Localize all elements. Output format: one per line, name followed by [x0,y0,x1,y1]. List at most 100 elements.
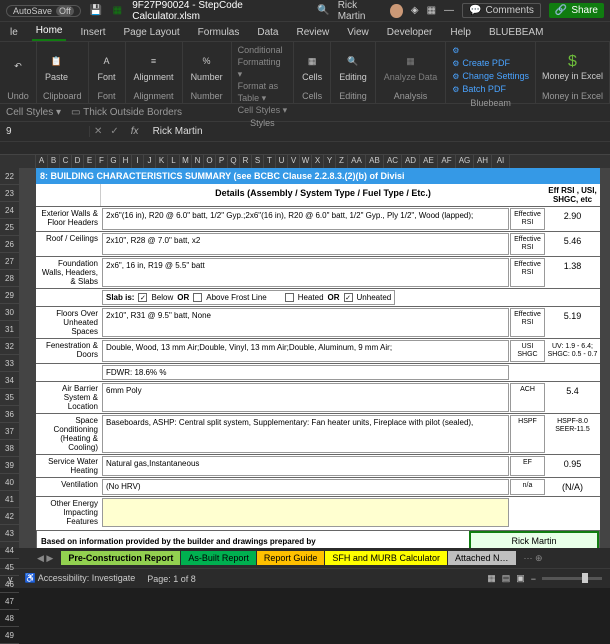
user-name[interactable]: Rick Martin [338,0,383,22]
cell-input[interactable]: 2x6", 16 in, R19 @ 5.5" batt [102,258,509,287]
cells-button[interactable]: ▦Cells [300,49,324,84]
cell-input[interactable]: Baseboards, ASHP: Central split system, … [102,415,509,453]
sheet-tab-precon[interactable]: Pre-Construction Report [61,551,180,565]
cell-input[interactable]: 2x10", R28 @ 7.0" batt, x2 [102,233,509,255]
cell-input[interactable]: 2x10", R31 @ 9.5" batt, None [102,308,509,337]
cell-input[interactable]: 6mm Poly [102,383,509,412]
undo-button[interactable]: ↶ [6,55,30,79]
fx-accept[interactable]: ✓ [106,126,122,137]
tab-nav[interactable]: ◀ ▶ [30,551,60,566]
eff-cell: Effective RSI [510,233,545,255]
row-label: Air Barrier System & Location [36,382,101,413]
bb-batch-pdf[interactable]: Batch PDF [452,83,529,96]
checkbox-unheated[interactable]: ✓ [344,293,353,302]
status-ready: y [8,574,13,584]
format-table-button[interactable]: Format as Table ▾ [238,80,288,104]
tab-insert[interactable]: Insert [76,24,109,41]
fx-cancel[interactable]: ✕ [90,126,106,137]
sheet-tab-more[interactable]: ⋯ ⊕ [517,551,550,566]
value-cell: 2.90 [545,207,600,231]
editing-button[interactable]: 🔍Editing [337,49,369,84]
tab-file[interactable]: le [6,24,22,41]
bluebeam-label: Bluebeam [452,96,529,108]
fx-icon[interactable]: fx [123,126,147,137]
bb-create-pdf[interactable]: Create PDF [452,57,529,70]
cell-styles-dropdown[interactable]: Cell Styles ▾ [6,107,61,118]
minimize-icon[interactable]: — [444,5,454,16]
styles-label: Styles [238,116,288,128]
font-button[interactable]: AFont [95,49,119,84]
cell-input[interactable]: Natural gas,Instantaneous [102,456,509,476]
tab-view[interactable]: View [343,24,373,41]
view-layout-icon[interactable]: ▤ [502,573,511,584]
tab-review[interactable]: Review [292,24,333,41]
row-label: Other Energy Impacting Features [36,497,101,528]
cell-styles-button[interactable]: Cell Styles ▾ [238,104,288,116]
paste-button[interactable]: 📋Paste [43,49,70,84]
value-cell: HSPF-8.0 SEER-11.5 [545,414,600,454]
tab-formulas[interactable]: Formulas [194,24,244,41]
status-accessibility[interactable]: ♿ Accessibility: Investigate [25,573,136,584]
sheet-tab-guide[interactable]: Report Guide [257,551,325,565]
checkbox-heated[interactable] [285,293,294,302]
row-label: Floors Over Unheated Spaces [36,307,101,338]
diamond-icon[interactable]: ◈ [411,5,419,16]
analyze-button[interactable]: ▦Analyze Data [382,49,440,84]
row-label: Foundation Walls, Headers, & Slabs [36,257,101,288]
cell-input[interactable] [102,498,509,527]
font-label: Font [95,89,119,101]
zoom-out-icon[interactable]: − [531,574,536,584]
eff-cell: Effective RSI [510,308,545,337]
formula-bar[interactable]: Rick Martin [147,126,209,137]
avatar[interactable] [390,4,403,18]
share-button[interactable]: 🔗 Share [549,3,604,18]
eff-cell: Effective RSI [510,258,545,287]
tab-bluebeam[interactable]: BLUEBEAM [485,24,547,41]
filename: 9F27P90024 - StepCode Calculator.xlsm [132,0,309,22]
app-icon[interactable]: ▦ [427,5,436,16]
bb-change-settings[interactable]: Change Settings [452,70,529,83]
view-normal-icon[interactable]: ▦ [487,573,496,584]
view-break-icon[interactable]: ▣ [516,573,525,584]
cell-input[interactable]: FDWR: 18.6% % [102,365,509,380]
tab-home[interactable]: Home [32,22,67,41]
preparer-cell[interactable]: Rick Martin [469,531,599,548]
name-box[interactable]: 9 [0,126,90,137]
tab-pagelayout[interactable]: Page Layout [120,24,184,41]
eff-cell: USI SHGC [510,340,545,362]
cell-input[interactable]: Double, Wood, 13 mm Air;Double, Vinyl, 1… [102,340,509,362]
sheet-tab-asbuilt[interactable]: As-Built Report [181,551,256,565]
money-button[interactable]: $Money in Excel [542,53,603,81]
align-label: Alignment [132,89,176,101]
sheet-tab-attached[interactable]: Attached N… [448,551,516,565]
zoom-slider[interactable] [542,577,602,580]
number-button[interactable]: %Number [189,49,225,84]
status-page: Page: 1 of 8 [147,574,196,584]
checkbox-below[interactable]: ✓ [138,293,147,302]
eff-cell: n/a [510,479,545,495]
worksheet[interactable]: 8: BUILDING CHARACTERISTICS SUMMARY (see… [36,168,600,548]
money-label: Money in Excel [542,89,603,101]
excel-icon: ▦ [111,4,125,18]
tab-help[interactable]: Help [446,24,475,41]
checkbox-above[interactable] [193,293,202,302]
cell-input[interactable]: (No HRV) [102,479,509,495]
cond-format-button[interactable]: Conditional Formatting ▾ [238,44,288,80]
eff-header: Eff RSI , USI, SHGC, etc [545,184,600,206]
tab-developer[interactable]: Developer [383,24,437,41]
editing-label: Editing [337,89,369,101]
comments-button[interactable]: 💬 Comments [462,3,541,18]
section-header: 8: BUILDING CHARACTERISTICS SUMMARY (see… [36,168,600,184]
cells-label: Cells [300,89,324,101]
borders-dropdown[interactable]: ▭ Thick Outside Borders [71,107,182,118]
save-icon[interactable]: 💾 [89,4,103,18]
value-cell: 1.38 [545,257,600,288]
cell-input[interactable]: 2x6"(16 in), R20 @ 6.0" batt, 1/2" Gyp.;… [102,208,509,230]
search-icon[interactable]: 🔍 [317,5,329,16]
column-headers[interactable]: ABCDEFGHIJKLMNOPQRSTUVWXYZAAABACADAEAFAG… [0,154,610,168]
row-headers[interactable]: 2223242526272829303132333435363738394041… [0,168,20,548]
autosave-toggle[interactable]: AutoSave Off [6,5,81,17]
sheet-tab-calc[interactable]: SFH and MURB Calculator [325,551,447,565]
alignment-button[interactable]: ≡Alignment [132,49,176,84]
tab-data[interactable]: Data [253,24,282,41]
